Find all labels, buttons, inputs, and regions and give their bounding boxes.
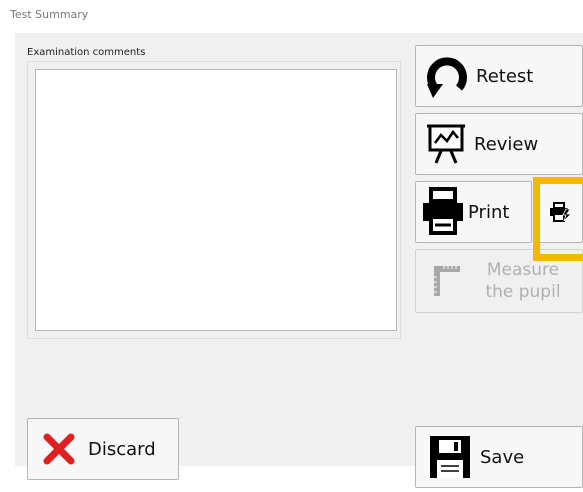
save-label: Save [480,446,525,468]
print-button[interactable]: Print [415,181,532,243]
discard-label: Discard [88,438,156,460]
floppy-disk-icon [428,433,472,481]
print-label: Print [468,201,510,223]
review-label: Review [474,133,539,155]
window-title: Test Summary [10,8,89,21]
circular-arrow-icon [424,53,470,99]
discard-button[interactable]: Discard [27,418,179,480]
examination-comments-label: Examination comments [27,47,146,58]
review-button[interactable]: Review [415,113,583,175]
retest-button[interactable]: Retest [415,45,583,107]
ruler-icon [432,261,462,301]
retest-label: Retest [476,65,534,87]
save-button[interactable]: Save [415,426,583,488]
quick-print-icon [549,202,571,222]
measure-pupil-button[interactable]: Measure the pupil [415,249,583,313]
printer-icon [420,186,466,238]
examination-comments-textarea[interactable] [35,69,397,331]
measure-pupil-label: Measure the pupil [485,260,561,302]
quick-print-button[interactable] [537,181,583,243]
red-x-icon [40,430,78,468]
presentation-board-icon [426,121,466,167]
